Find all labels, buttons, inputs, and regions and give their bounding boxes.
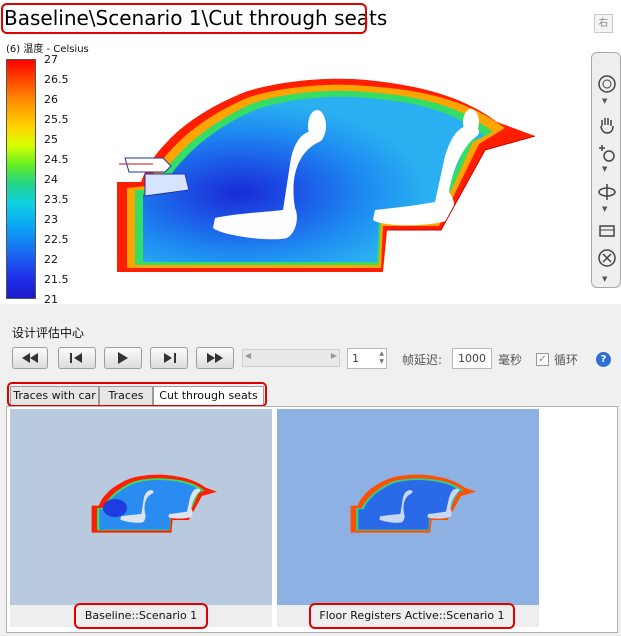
chevron-down-icon[interactable]: ▼ xyxy=(602,165,607,173)
frame-slider[interactable]: ◀ ▶ xyxy=(242,349,340,367)
color-scale-bar xyxy=(6,59,36,299)
temperature-plot[interactable] xyxy=(105,60,545,275)
legend-tick: 25.5 xyxy=(44,113,69,126)
zoom-icon[interactable] xyxy=(596,143,618,165)
frame-delay-label: 帧延迟: xyxy=(402,353,443,367)
hand-pan-icon[interactable] xyxy=(596,113,618,135)
legend-tick: 26.5 xyxy=(44,73,69,86)
legend-tick: 21.5 xyxy=(44,273,69,286)
loop-label: 循环 xyxy=(554,353,579,367)
legend-tick: 25 xyxy=(44,133,58,146)
legend-tick: 23.5 xyxy=(44,193,69,206)
thumbnail-caption[interactable]: Baseline::Scenario 1 xyxy=(74,603,208,629)
chevron-down-icon[interactable]: ▼ xyxy=(602,97,607,105)
frame-spinner[interactable]: 1 ▲ ▼ xyxy=(347,348,387,369)
title-highlight xyxy=(1,3,367,34)
thumbnail-plot xyxy=(350,474,476,533)
last-frame-button[interactable] xyxy=(196,347,234,369)
view-cube-icon[interactable] xyxy=(596,219,618,241)
legend-tick: 22 xyxy=(44,253,58,266)
navigation-toolbar: ▼ ▼ ▼ ▼ xyxy=(591,52,621,288)
thumbnail-floor-registers[interactable] xyxy=(277,409,539,605)
delay-unit-label: 毫秒 xyxy=(498,353,523,367)
tabs-highlight xyxy=(7,382,267,407)
play-icon xyxy=(118,352,128,364)
legend-tick: 24 xyxy=(44,173,58,186)
panel-title: 设计评估中心 xyxy=(12,326,85,340)
first-frame-button[interactable] xyxy=(12,347,48,369)
chevron-down-icon[interactable]: ▼ xyxy=(602,275,607,283)
play-button[interactable] xyxy=(104,347,142,369)
spinner-arrows-icon[interactable]: ▲ ▼ xyxy=(379,350,384,366)
legend-tick: 23 xyxy=(44,213,58,226)
legend-tick: 22.5 xyxy=(44,233,69,246)
legend-tick: 27 xyxy=(44,53,58,66)
orbit-icon[interactable] xyxy=(596,73,618,95)
slider-left-arrow-icon[interactable]: ◀ xyxy=(245,351,251,360)
frame-delay-input[interactable]: 1000 xyxy=(452,348,492,369)
loop-checkbox[interactable]: ✓ xyxy=(536,353,549,366)
fast-forward-icon xyxy=(207,353,223,363)
rotate-icon[interactable] xyxy=(596,181,618,203)
thumbnail-caption[interactable]: Floor Registers Active::Scenario 1 xyxy=(309,603,515,629)
legend-tick: 24.5 xyxy=(44,153,69,166)
thumbnail-plot xyxy=(91,474,217,533)
previous-frame-button[interactable] xyxy=(58,347,96,369)
slider-right-arrow-icon[interactable]: ▶ xyxy=(331,351,337,360)
legend-tick: 26 xyxy=(44,93,58,106)
close-circle-icon[interactable] xyxy=(596,247,618,269)
chevron-down-icon[interactable]: ▼ xyxy=(602,205,607,213)
step-forward-icon xyxy=(164,353,176,363)
rewind-icon xyxy=(22,353,38,363)
corner-button[interactable]: 右 xyxy=(594,14,613,33)
help-icon[interactable]: ? xyxy=(596,352,611,367)
thumbnail-baseline[interactable] xyxy=(10,409,272,605)
frame-number: 1 xyxy=(352,352,359,365)
next-frame-button[interactable] xyxy=(150,347,188,369)
step-back-icon xyxy=(70,353,82,363)
